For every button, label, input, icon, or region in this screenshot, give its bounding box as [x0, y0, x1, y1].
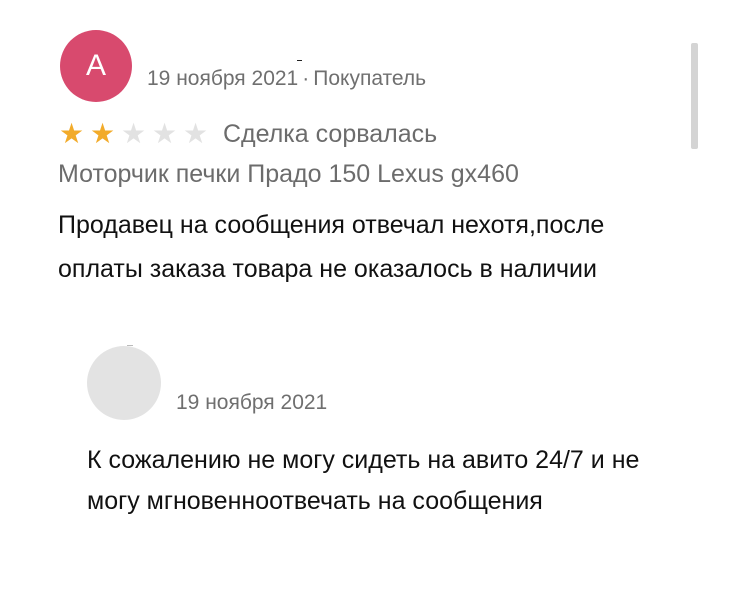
meta-separator: ·	[302, 67, 310, 90]
rating-stars: ★ ★ ★ ★ ★	[56, 120, 211, 148]
deal-status: Сделка сорвалась	[223, 119, 438, 148]
rating-row: ★ ★ ★ ★ ★ Сделка сорвалась	[56, 118, 437, 150]
reply-text: К сожалению не могу сидеть на авито 24/7…	[87, 446, 640, 515]
decorative-mark	[297, 60, 302, 61]
star-empty-icon: ★	[120, 118, 147, 149]
reviewer-role: Покупатель	[313, 67, 427, 90]
star-empty-icon: ★	[151, 118, 178, 149]
star-filled-icon: ★	[58, 118, 85, 149]
star-filled-icon: ★	[89, 118, 116, 149]
reviewer-avatar[interactable]: A	[60, 30, 132, 102]
seller-avatar[interactable]	[87, 346, 161, 420]
scrollbar-thumb[interactable]	[691, 43, 698, 149]
decorative-mark	[127, 345, 133, 346]
review-text: Продавец на сообщения отвечал нехотя,пос…	[58, 211, 605, 283]
product-name[interactable]: Моторчик печки Прадо 150 Lexus gx460	[58, 160, 519, 189]
star-empty-icon: ★	[182, 118, 209, 149]
reviewer-avatar-letter: A	[85, 49, 106, 82]
review-meta: 19 ноября 2021 · Покупатель	[147, 67, 426, 91]
reply-date: 19 ноября 2021	[176, 391, 328, 414]
review-date: 19 ноября 2021	[147, 67, 299, 90]
